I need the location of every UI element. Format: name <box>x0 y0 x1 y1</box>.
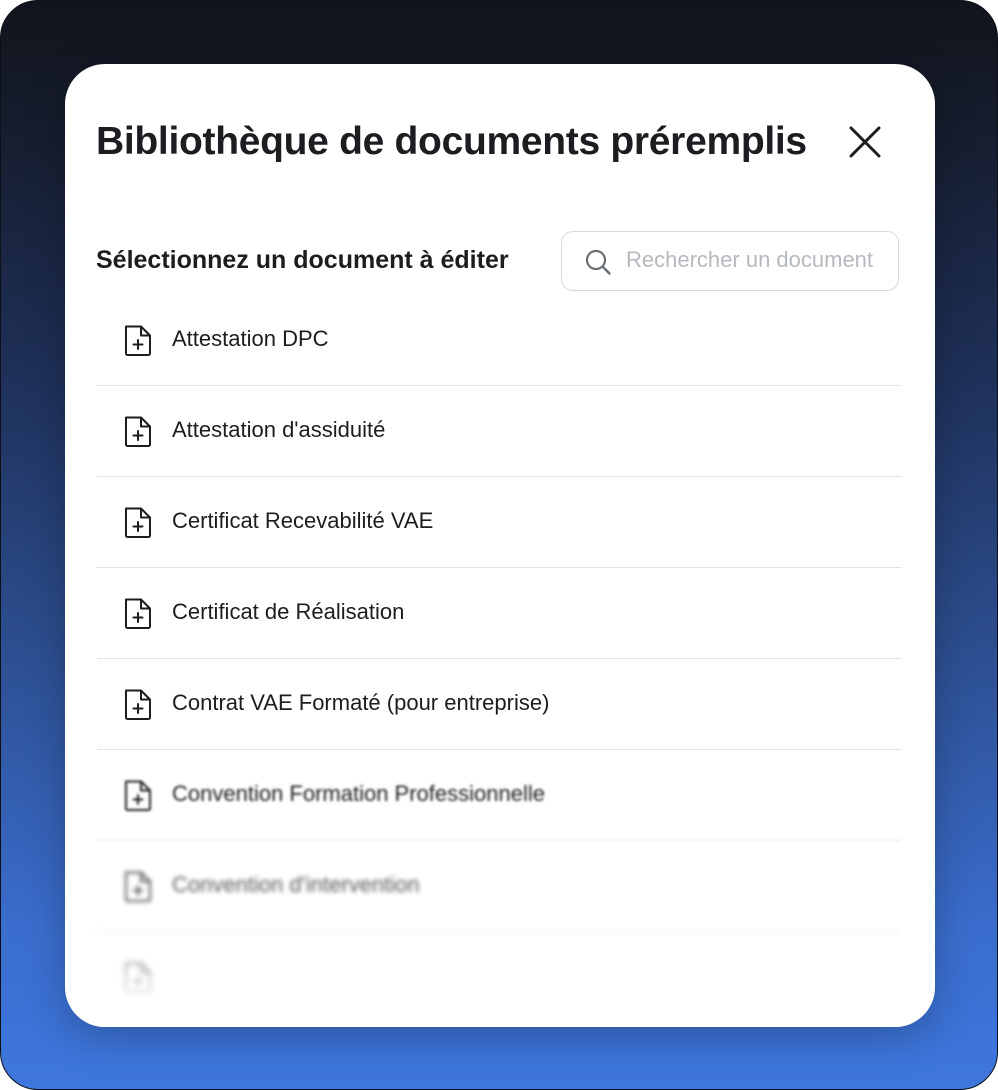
document-library-modal: Bibliothèque de documents préremplis Sél… <box>65 64 935 1027</box>
file-plus-icon <box>125 507 151 538</box>
file-plus-icon <box>125 962 151 993</box>
document-label: Convention Formation Professionnelle <box>172 781 545 806</box>
file-plus-icon <box>125 780 151 811</box>
app-frame: Bibliothèque de documents préremplis Sél… <box>0 0 998 1090</box>
document-label: Contrat VAE Formaté (pour entreprise) <box>172 690 550 715</box>
search-input[interactable] <box>626 232 896 288</box>
modal-subtitle: Sélectionnez un document à éditer <box>96 246 509 274</box>
document-item[interactable]: Contrat VAE Formaté (pour entreprise) <box>97 659 901 750</box>
document-item[interactable]: Certificat Recevabilité VAE <box>97 477 901 568</box>
modal-title: Bibliothèque de documents préremplis <box>96 120 807 163</box>
close-button[interactable] <box>845 122 885 162</box>
file-plus-icon <box>125 871 151 902</box>
document-label: Attestation DPC <box>172 326 329 351</box>
document-label: Attestation d'assiduité <box>172 417 386 442</box>
document-list: Attestation DPC Attestation d'assiduité <box>97 295 901 1022</box>
search-box[interactable] <box>561 231 899 291</box>
document-item[interactable]: Certificat de Réalisation <box>97 568 901 659</box>
document-item[interactable]: Convention d'intervention <box>97 841 901 932</box>
file-plus-icon <box>125 689 151 720</box>
close-icon <box>849 126 881 158</box>
search-icon <box>585 249 611 275</box>
file-plus-icon <box>125 598 151 629</box>
document-item[interactable]: Convention Formation Professionnelle <box>97 750 901 841</box>
document-label: Certificat Recevabilité VAE <box>172 508 434 533</box>
file-plus-icon <box>125 416 151 447</box>
document-item[interactable] <box>97 932 901 1022</box>
document-item[interactable]: Attestation d'assiduité <box>97 386 901 477</box>
file-plus-icon <box>125 325 151 356</box>
document-label: Convention d'intervention <box>172 872 420 897</box>
document-label: Certificat de Réalisation <box>172 599 405 624</box>
document-item[interactable]: Attestation DPC <box>97 295 901 386</box>
